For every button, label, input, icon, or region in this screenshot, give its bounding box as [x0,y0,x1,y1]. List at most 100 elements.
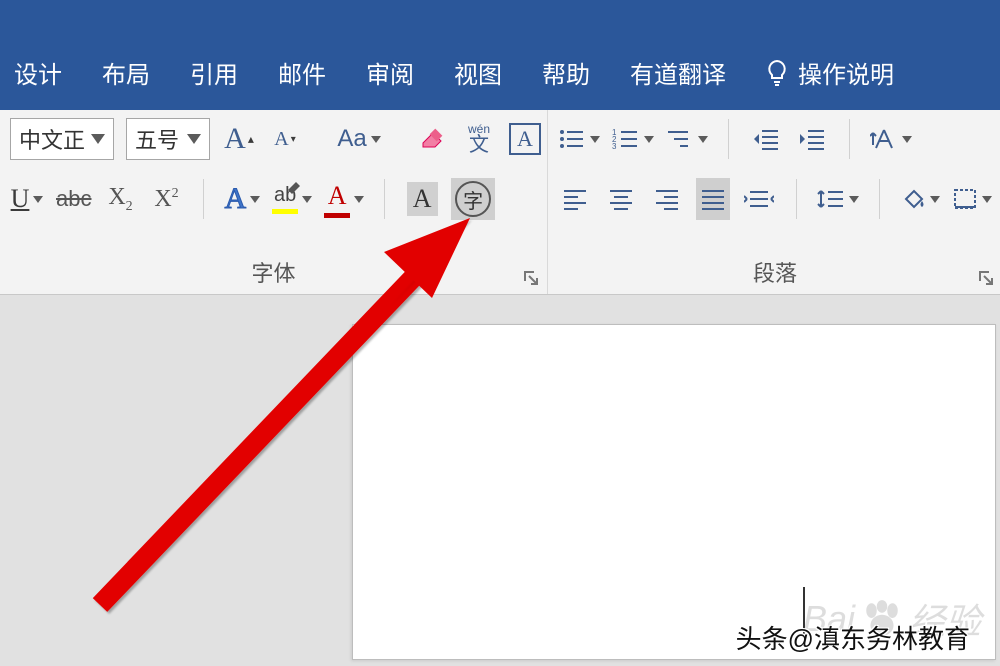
numbering-icon: 123 [612,127,640,151]
clear-formatting-button[interactable] [416,118,450,160]
line-spacing-button[interactable] [817,178,859,220]
font-color-button[interactable]: A [324,178,364,220]
document-page[interactable]: Bai 经验 [352,324,996,660]
align-center-icon [608,188,634,210]
align-right-button[interactable] [650,178,684,220]
chevron-down-icon [902,136,912,143]
tab-tell-me-label: 操作说明 [798,55,894,90]
change-case-button[interactable]: Aa [342,118,376,160]
superscript-icon: X2 [154,186,178,213]
underline-icon: U [11,184,30,214]
phonetic-guide-button[interactable]: wén 文 [462,118,496,160]
svg-text:3: 3 [612,142,617,151]
borders-button[interactable] [952,178,992,220]
chevron-down-icon [302,196,312,203]
decrease-indent-icon [752,127,780,151]
character-border-button[interactable]: A [508,118,542,160]
subscript-icon: X2 [108,184,132,215]
justify-button[interactable] [696,178,730,220]
character-shading-icon: A [407,182,438,216]
asian-layout-icon [870,127,898,151]
tab-help[interactable]: 帮助 [542,55,590,90]
group-font: 中文正 五号 A ▴ A ▾ Aa [0,110,548,294]
paint-bucket-icon [900,187,926,211]
underline-button[interactable]: U [10,178,44,220]
align-left-icon [562,188,588,210]
enclose-characters-button[interactable]: 字 [451,178,495,220]
chevron-down-icon [849,196,859,203]
group-paragraph-label: 段落 [558,250,992,290]
align-right-icon [654,188,680,210]
font-row-2: U abc X2 X2 A [10,178,537,220]
chevron-down-icon [250,196,260,203]
font-name-select[interactable]: 中文正 [10,118,114,160]
chevron-down-icon [33,196,43,203]
text-effects-button[interactable]: A [224,178,260,220]
superscript-button[interactable]: X2 [149,178,183,220]
numbering-button[interactable]: 123 [612,118,654,160]
tab-view[interactable]: 视图 [454,55,502,90]
subscript-button[interactable]: X2 [103,178,137,220]
phonetic-guide-icon: wén 文 [468,123,490,155]
increase-indent-button[interactable] [795,118,829,160]
increase-font-button[interactable]: A ▴ [222,118,256,160]
font-row-1: 中文正 五号 A ▴ A ▾ Aa [10,118,537,160]
separator [879,179,880,219]
text-effects-icon: A [224,182,246,216]
decrease-indent-button[interactable] [749,118,783,160]
chevron-down-icon [698,136,708,143]
character-shading-button[interactable]: A [405,178,439,220]
chevron-down-icon [91,134,105,144]
paragraph-row-1: 123 [558,118,992,160]
decrease-font-icon: A [274,128,288,151]
asian-layout-button[interactable] [870,118,912,160]
tab-tell-me[interactable]: 操作说明 [766,55,894,90]
paragraph-row-2 [558,178,992,220]
decrease-font-button[interactable]: A ▾ [268,118,302,160]
strikethrough-icon: abc [56,186,91,212]
chevron-down-icon [354,196,364,203]
distributed-button[interactable] [742,178,776,220]
separator [796,179,797,219]
chevron-down-icon [590,136,600,143]
separator [728,119,729,159]
separator [203,179,204,219]
tab-layout[interactable]: 布局 [102,55,150,90]
align-center-button[interactable] [604,178,638,220]
highlight-color-button[interactable]: ab [272,178,312,220]
strikethrough-button[interactable]: abc [56,178,91,220]
tab-references[interactable]: 引用 [190,55,238,90]
increase-font-icon: A [224,122,246,156]
bullets-button[interactable] [558,118,600,160]
tab-youdao[interactable]: 有道翻译 [630,55,726,90]
font-size-select[interactable]: 五号 [126,118,210,160]
tab-mailings[interactable]: 邮件 [278,55,326,90]
chevron-down-icon [930,196,940,203]
bullets-icon [558,127,586,151]
multilevel-list-icon [666,127,694,151]
ribbon-tabs: 设计 布局 引用 邮件 审阅 视图 帮助 有道翻译 操作说明 [0,0,1000,110]
multilevel-list-button[interactable] [666,118,708,160]
shading-fill-button[interactable] [900,178,940,220]
chevron-down-icon [187,134,201,144]
separator [384,179,385,219]
line-spacing-icon [817,187,845,211]
increase-indent-icon [798,127,826,151]
chevron-down-icon [371,136,381,143]
highlight-icon: ab [272,184,298,214]
tab-design[interactable]: 设计 [14,55,62,90]
font-name-value: 中文正 [19,123,85,155]
separator [849,119,850,159]
group-font-label: 字体 [10,250,537,290]
chevron-down-icon [644,136,654,143]
font-dialog-launcher[interactable] [521,268,541,288]
group-paragraph: 123 [548,110,1000,294]
credit-text: 头条@滇东务林教育 [736,619,970,656]
character-border-icon: A [509,123,541,155]
eraser-icon [419,125,447,154]
enclose-characters-icon: 字 [455,181,491,217]
tab-review[interactable]: 审阅 [366,55,414,90]
change-case-icon: Aa [337,125,366,153]
align-left-button[interactable] [558,178,592,220]
paragraph-dialog-launcher[interactable] [976,268,996,288]
